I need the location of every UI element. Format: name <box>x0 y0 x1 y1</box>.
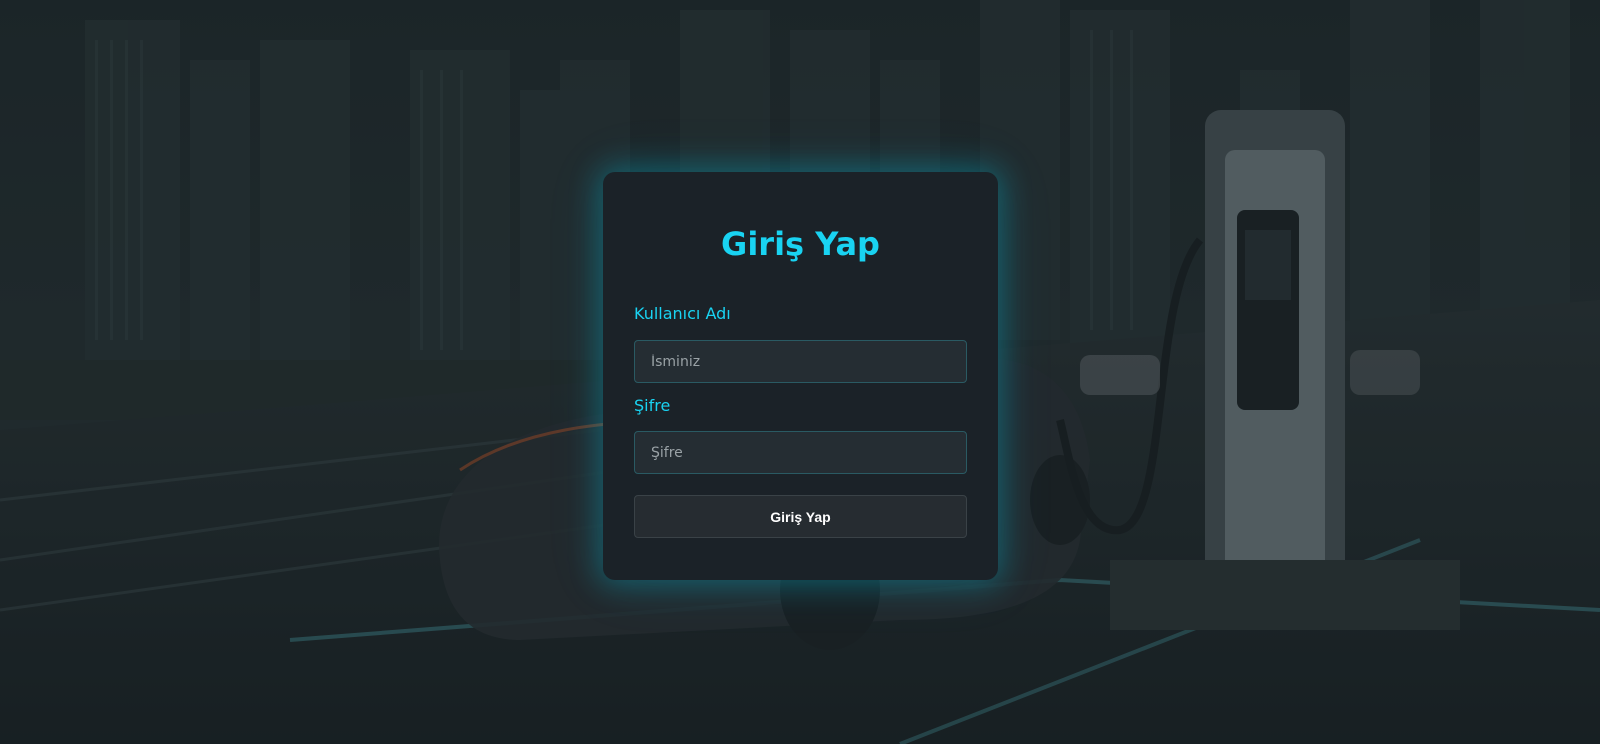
username-input[interactable] <box>634 340 967 383</box>
username-label: Kullanıcı Adı <box>634 304 731 323</box>
login-card: Giriş Yap Kullanıcı Adı Şifre Giriş Yap <box>603 172 998 580</box>
login-submit-button[interactable]: Giriş Yap <box>634 495 967 538</box>
password-input[interactable] <box>634 431 967 474</box>
password-label: Şifre <box>634 396 671 415</box>
login-title: Giriş Yap <box>721 225 880 263</box>
